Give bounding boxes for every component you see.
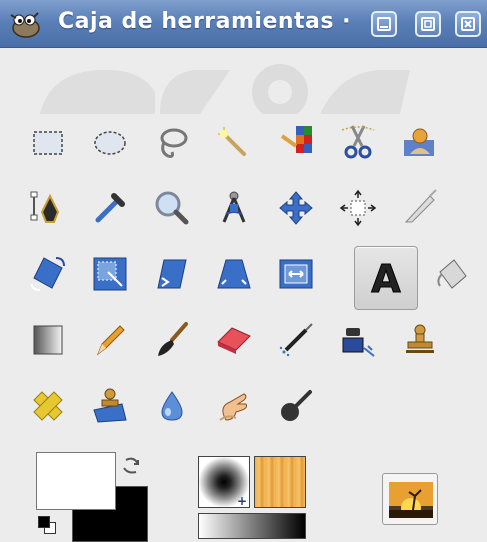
active-image-button[interactable] (382, 473, 438, 525)
heal-bandage-icon (33, 391, 63, 421)
shear-icon (157, 259, 187, 289)
crop-tool[interactable] (388, 176, 452, 240)
minimize-icon (377, 17, 391, 31)
landscape-image-icon (389, 482, 433, 518)
svg-text:A: A (371, 257, 401, 300)
bucket-fill-tool[interactable] (420, 242, 484, 306)
window-title: Caja de herramientas · (58, 9, 352, 34)
move-tool[interactable] (264, 176, 328, 240)
maximize-icon (421, 17, 435, 31)
foreground-select-icon (404, 128, 434, 156)
blur-sharpen-tool[interactable] (140, 374, 204, 438)
minimize-button[interactable] (371, 11, 397, 37)
magic-wand-icon (218, 127, 246, 156)
gradient-icon (33, 325, 63, 355)
foreground-select-tool[interactable] (388, 110, 452, 174)
ink-icon (342, 328, 375, 357)
rotate-icon (31, 257, 65, 291)
plus-icon: + (236, 494, 247, 508)
blur-drop-icon (161, 391, 183, 421)
compass-icon (222, 191, 246, 223)
text-icon: A (371, 257, 402, 301)
scissors-tool[interactable] (326, 110, 390, 174)
wilber-watermark (40, 64, 410, 114)
rectangle-select-icon (33, 131, 63, 155)
perspective-icon (217, 259, 251, 289)
clone-tool[interactable] (388, 308, 452, 372)
zoom-tool[interactable] (140, 176, 204, 240)
brush-preview[interactable]: + (198, 456, 250, 508)
align-icon (339, 189, 377, 227)
pencil-icon (96, 325, 125, 356)
pattern-preview[interactable] (254, 456, 306, 508)
paintbrush-icon (158, 322, 188, 356)
heal-tool[interactable] (16, 374, 80, 438)
paths-tool[interactable] (16, 176, 80, 240)
free-select-tool[interactable] (140, 110, 204, 174)
crop-knife-icon (404, 189, 437, 223)
rect-select-tool[interactable] (16, 110, 80, 174)
smudge-tool[interactable] (202, 374, 266, 438)
color-picker-tool[interactable] (78, 176, 142, 240)
flip-tool[interactable] (264, 242, 328, 306)
eraser-icon (217, 327, 251, 354)
maximize-button[interactable] (415, 11, 441, 37)
gimp-wilber-icon[interactable] (8, 9, 42, 39)
smudge-finger-icon (219, 393, 247, 421)
title-bar[interactable]: Caja de herramientas · (0, 0, 487, 48)
fg-bg-color-area (36, 452, 156, 542)
ink-tool[interactable] (326, 308, 390, 372)
airbrush-icon (279, 323, 313, 357)
magnifier-icon (155, 191, 189, 225)
color-picker-icon (95, 193, 125, 223)
shear-tool[interactable] (140, 242, 204, 306)
clone-stamp-icon (406, 324, 434, 353)
ellipse-select-icon (94, 131, 126, 155)
paths-pen-icon (30, 191, 60, 223)
close-button[interactable] (455, 11, 481, 37)
swap-colors-icon[interactable] (120, 454, 144, 478)
dodge-burn-icon (281, 390, 312, 421)
rotate-tool[interactable] (16, 242, 80, 306)
perspective-clone-icon (93, 388, 127, 423)
gradient-preview[interactable] (198, 513, 306, 539)
fuzzy-select-tool[interactable] (202, 110, 266, 174)
move-icon (279, 191, 313, 225)
bucket-icon (437, 259, 467, 289)
eraser-tool[interactable] (202, 308, 266, 372)
align-tool[interactable] (326, 176, 390, 240)
close-icon (461, 17, 475, 31)
paintbrush-tool[interactable] (140, 308, 204, 372)
airbrush-tool[interactable] (264, 308, 328, 372)
scale-tool[interactable] (78, 242, 142, 306)
perspective-clone-tool[interactable] (78, 374, 142, 438)
ellipse-select-tool[interactable] (78, 110, 142, 174)
lasso-icon (160, 128, 188, 158)
measure-tool[interactable] (202, 176, 266, 240)
select-by-color-icon (280, 126, 312, 153)
reset-colors-icon[interactable] (38, 516, 56, 536)
foreground-color-swatch[interactable] (36, 452, 116, 510)
scale-icon (93, 257, 127, 291)
flip-icon (279, 259, 313, 289)
scissors-icon (341, 125, 375, 159)
pencil-tool[interactable] (78, 308, 142, 372)
text-tool[interactable]: A (354, 246, 418, 310)
dodge-burn-tool[interactable] (264, 374, 328, 438)
perspective-tool[interactable] (202, 242, 266, 306)
blend-tool[interactable] (16, 308, 80, 372)
color-select-tool[interactable] (264, 110, 328, 174)
